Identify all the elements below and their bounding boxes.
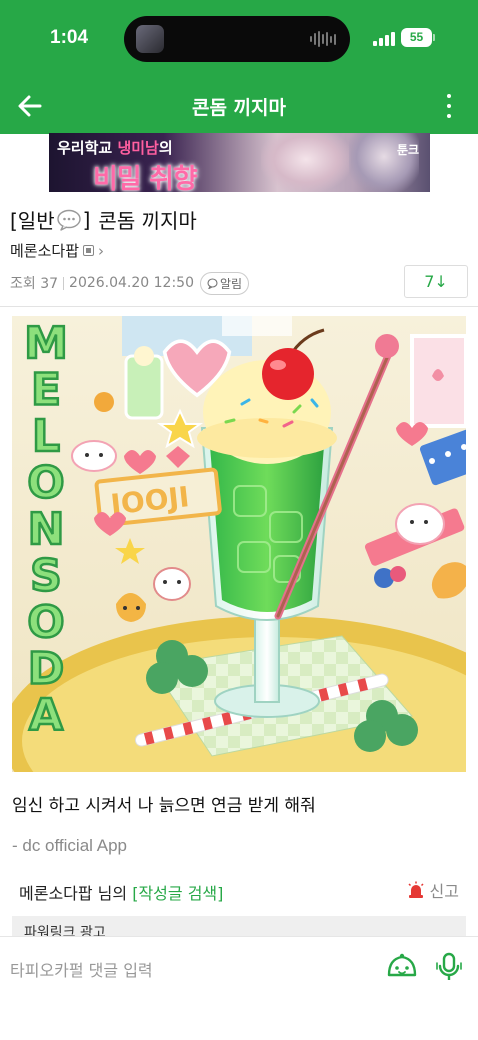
divider xyxy=(0,306,478,307)
banner-headline: 비밀 취향 xyxy=(93,164,198,192)
author-row[interactable]: 메론소다팝 › xyxy=(10,240,104,261)
melonsoda-letter: S xyxy=(30,551,62,602)
post-datetime: 2026.04.20 12:50 xyxy=(69,275,194,291)
author-name[interactable]: 메론소다팝 xyxy=(10,240,79,261)
fixed-nick-icon xyxy=(83,245,95,256)
banner-tagline: 우리학교 냉미남의 xyxy=(57,139,173,157)
signal-icon xyxy=(373,30,395,46)
post-title-text: 콘돔 끼지마 xyxy=(98,209,197,233)
author-search-prefix: 메론소다팝 님의 xyxy=(19,884,133,903)
post-image[interactable]: JOOJI MELONSODA xyxy=(12,316,466,772)
status-time: 1:04 xyxy=(50,27,89,48)
melonsoda-letter: D xyxy=(28,644,65,695)
post-page: 1:04 55 콘돔 끼지마 우리학교 냉미남의 비밀 취향 툰크 [일반] … xyxy=(0,0,478,1040)
chevron-right-icon: › xyxy=(98,241,105,260)
audio-wave-icon xyxy=(310,30,336,48)
banner-character-image xyxy=(261,133,351,192)
post-meta: 조회 37 2026.04.20 12:50 알림 xyxy=(10,270,250,296)
comment-bar: 타피오카펄 댓글 입력 xyxy=(0,936,478,1040)
melonsoda-letter: M xyxy=(24,318,68,369)
post-body: 임신 하고 시켜서 나 늙으면 연금 받게 해줘 xyxy=(12,796,316,816)
microphone-icon[interactable] xyxy=(436,951,462,983)
melonsoda-letter: L xyxy=(32,411,60,462)
melonsoda-letter: E xyxy=(31,365,61,416)
report-button[interactable]: 신고 xyxy=(407,878,459,902)
comment-input[interactable]: 타피오카펄 댓글 입력 xyxy=(10,957,153,981)
melonsoda-letter: O xyxy=(27,597,64,648)
more-vertical-icon[interactable] xyxy=(438,92,460,120)
report-label: 신고 xyxy=(429,882,459,901)
dccon-icon[interactable] xyxy=(386,951,418,983)
melonsoda-letter: O xyxy=(27,458,64,509)
speech-bubble-icon xyxy=(56,209,82,231)
meta-divider xyxy=(63,276,65,290)
melonsoda-letter: A xyxy=(29,690,63,741)
banner-logo: 툰크 xyxy=(397,143,420,157)
page-title: 콘돔 끼지마 xyxy=(191,97,286,119)
app-header: 콘돔 끼지마 xyxy=(0,78,478,134)
post-category-close: ] xyxy=(82,207,91,232)
comment-count-button[interactable]: 7↓ xyxy=(404,265,468,298)
now-playing-thumbnail xyxy=(136,25,164,53)
chat-icon xyxy=(207,277,218,289)
melonsoda-letter: N xyxy=(28,504,65,555)
alarm-button[interactable]: 알림 xyxy=(200,271,250,295)
alarm-label: 알림 xyxy=(220,276,243,291)
battery-icon: 55 xyxy=(401,28,432,47)
author-search-row: 메론소다팝 님의 [작성글 검색] xyxy=(19,880,223,904)
siren-icon xyxy=(408,881,424,898)
dynamic-island[interactable] xyxy=(124,16,350,62)
post-category: [일반 xyxy=(10,209,55,233)
battery-tip xyxy=(433,34,435,41)
post-title: [일반 ] 콘돔 끼지마 xyxy=(10,205,197,234)
view-count: 조회 37 xyxy=(10,276,59,292)
author-search-link[interactable]: [작성글 검색] xyxy=(132,884,223,903)
status-bar: 1:04 55 xyxy=(0,0,478,78)
banner-ad[interactable]: 우리학교 냉미남의 비밀 취향 툰크 xyxy=(49,133,430,192)
app-signature: - dc official App xyxy=(12,836,127,855)
